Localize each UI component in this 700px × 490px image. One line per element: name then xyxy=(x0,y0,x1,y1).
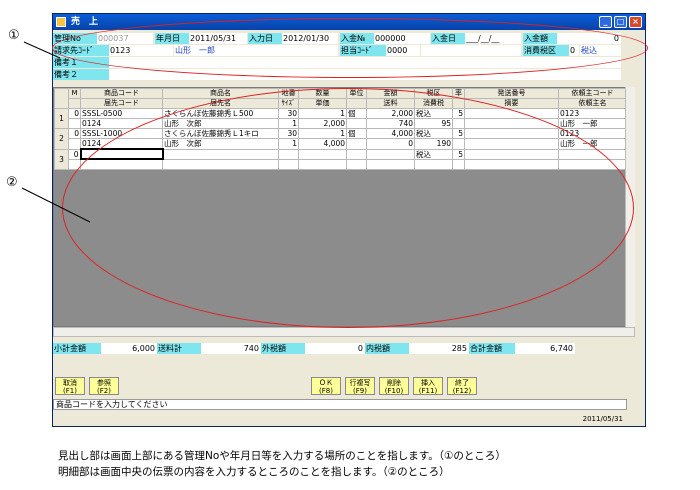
delete-button[interactable]: 削除 (F10) xyxy=(379,377,409,395)
ok-label: ＯＫ xyxy=(319,379,333,387)
row-number: 3 xyxy=(54,148,69,170)
grid-corner xyxy=(54,88,69,109)
col-m: M xyxy=(68,88,81,99)
annotation-marker-2: ② xyxy=(6,175,18,190)
reference-label: 参照 xyxy=(97,379,111,387)
sotozei-value: 0 xyxy=(305,343,365,354)
insert-key: (F11) xyxy=(418,387,438,395)
biko2-label: 備考２ xyxy=(53,69,109,80)
row-number: 1 xyxy=(54,108,69,129)
cell-irai-name[interactable]: 山形 一郎 xyxy=(558,118,627,129)
cell-m2[interactable] xyxy=(68,138,81,150)
ok-button[interactable]: ＯＫ (F8) xyxy=(311,377,341,395)
cancel-label: 取消 xyxy=(63,379,77,387)
reference-key: (F2) xyxy=(97,387,111,395)
caption-line-2: 明細部は画面中央の伝票の内容を入力するところのことを指します。（②のところ） xyxy=(58,466,450,478)
row-number: 2 xyxy=(54,128,69,150)
gokei-label: 合計金額 xyxy=(469,343,515,354)
col-irai-name: 依頼主名 xyxy=(558,98,627,109)
soryo-value: 740 xyxy=(201,343,261,354)
cell-m2[interactable] xyxy=(68,118,81,129)
reference-button[interactable]: 参照 (F2) xyxy=(89,377,119,395)
annotation-ellipse-1 xyxy=(52,18,648,78)
soryo-label: 送料計 xyxy=(157,343,201,354)
cancel-key: (F1) xyxy=(63,387,77,395)
shokei-value: 6,000 xyxy=(101,343,157,354)
horizontal-scrollbar[interactable] xyxy=(53,327,635,337)
maximize-button[interactable]: □ xyxy=(614,16,627,28)
annotation-marker-1: ① xyxy=(8,28,20,43)
status-date: 2011/05/31 xyxy=(582,415,623,423)
close-button[interactable]: × xyxy=(629,16,642,28)
col-hasso-no: 発送番号 xyxy=(464,88,559,99)
delete-label: 削除 xyxy=(387,379,401,387)
ok-key: (F8) xyxy=(319,387,333,395)
row-copy-key: (F9) xyxy=(353,387,367,395)
delete-key: (F10) xyxy=(384,387,404,395)
end-key: (F12) xyxy=(452,387,472,395)
cancel-button[interactable]: 取消 (F1) xyxy=(55,377,85,395)
uchizei-label: 内税額 xyxy=(365,343,409,354)
row-copy-label: 行複写 xyxy=(349,379,371,387)
col-irai-code: 依頼主コード xyxy=(558,88,627,99)
col-m2 xyxy=(68,98,81,109)
insert-label: 挿入 xyxy=(421,379,435,387)
col-todoke-code: 届先コード xyxy=(80,98,163,109)
gokei-value: 6,740 xyxy=(515,343,575,354)
annotation-ellipse-2 xyxy=(62,88,634,328)
status-message: 商品コードを入力してください xyxy=(53,399,627,410)
app-icon xyxy=(56,17,66,27)
cell-irai-code[interactable]: 0123 xyxy=(558,108,627,119)
end-button[interactable]: 終了 (F12) xyxy=(447,377,477,395)
uchizei-value: 285 xyxy=(409,343,469,354)
row-copy-button[interactable]: 行複写 (F9) xyxy=(345,377,375,395)
col-shohin-code: 商品コード xyxy=(80,88,163,99)
sotozei-label: 外税額 xyxy=(261,343,305,354)
caption-line-1: 見出し部は画面上部にある管理Noや年月日等を入力する場所のことを指します。（①の… xyxy=(58,450,506,462)
insert-button[interactable]: 挿入 (F11) xyxy=(413,377,443,395)
cell-m[interactable]: 0 xyxy=(68,128,81,139)
cell-m[interactable]: 0 xyxy=(68,108,81,119)
end-label: 終了 xyxy=(455,379,469,387)
shokei-label: 小計金額 xyxy=(53,343,101,354)
cell-shohin-code[interactable]: SSSL-0500 xyxy=(80,108,163,119)
cell-m[interactable]: 0 xyxy=(68,148,81,160)
window-title: 売 上 xyxy=(71,17,99,27)
minimize-button[interactable]: _ xyxy=(599,16,612,28)
totals-bar: 小計金額 6,000 送料計 740 外税額 0 内税額 285 合計金額 6,… xyxy=(53,342,645,355)
